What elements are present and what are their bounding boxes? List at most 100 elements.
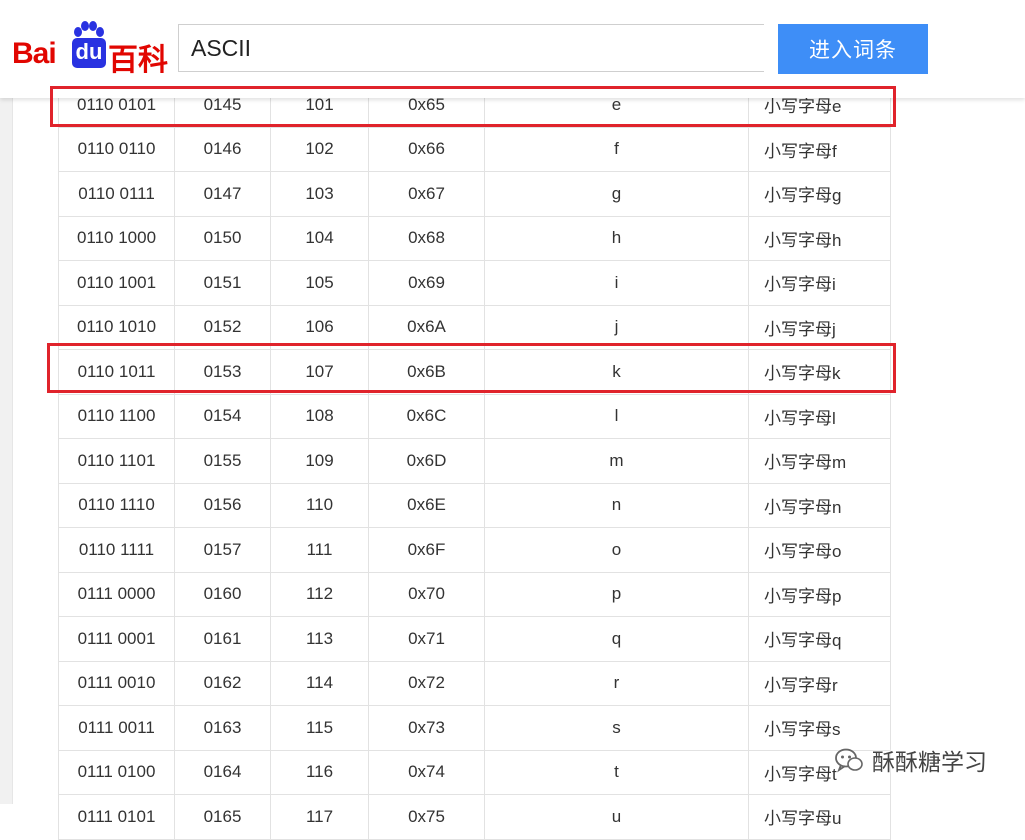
cell-char: h (484, 215, 749, 261)
baidu-baike-logo[interactable]: Bai du 百科 (12, 20, 172, 78)
cell-binary: 0110 0111 (58, 171, 175, 217)
cell-octal: 0162 (174, 660, 271, 706)
cell-octal: 0164 (174, 749, 271, 795)
cell-hex: 0x71 (368, 616, 485, 662)
cell-binary: 0110 1111 (58, 527, 175, 573)
cell-octal: 0163 (174, 705, 271, 751)
cell-octal: 0160 (174, 571, 271, 617)
cell-decimal: 115 (270, 705, 369, 751)
cell-binary: 0111 0011 (58, 705, 175, 751)
cell-octal: 0155 (174, 438, 271, 484)
cell-decimal: 114 (270, 660, 369, 706)
table-row: 0110 1000 0150 104 0x68 h 小写字母h (58, 215, 891, 261)
cell-binary: 0110 1110 (58, 482, 175, 528)
cell-decimal: 117 (270, 794, 369, 840)
cell-binary: 0111 0000 (58, 571, 175, 617)
highlight-box-row-k (47, 343, 896, 393)
table-row: 0110 1110 0156 110 0x6E n 小写字母n (58, 482, 891, 528)
cell-octal: 0154 (174, 393, 271, 439)
cell-hex: 0x75 (368, 794, 485, 840)
table-row: 0111 0001 0161 113 0x71 q 小写字母q (58, 616, 891, 662)
cell-hex: 0x69 (368, 260, 485, 306)
cell-hex: 0x6F (368, 527, 485, 573)
logo-text-baike: 百科 (108, 43, 168, 78)
cell-hex: 0x72 (368, 660, 485, 706)
cell-octal: 0151 (174, 260, 271, 306)
cell-decimal: 116 (270, 749, 369, 795)
table-row: 0110 0111 0147 103 0x67 g 小写字母g (58, 171, 891, 217)
cell-decimal: 104 (270, 215, 369, 261)
cell-char: n (484, 482, 749, 528)
logo-text-du: du (72, 38, 106, 68)
cell-hex: 0x68 (368, 215, 485, 261)
cell-binary: 0110 1000 (58, 215, 175, 261)
cell-decimal: 108 (270, 393, 369, 439)
cell-hex: 0x6E (368, 482, 485, 528)
cell-char: r (484, 660, 749, 706)
table-row: 0111 0011 0163 115 0x73 s 小写字母s (58, 705, 891, 751)
cell-decimal: 102 (270, 126, 369, 172)
cell-binary: 0111 0010 (58, 660, 175, 706)
ascii-table: 0110 0101 0145 101 0x65 e 小写字母e 0110 0110 0146 1… (58, 82, 891, 840)
cell-binary: 0110 1101 (58, 438, 175, 484)
cell-decimal: 113 (270, 616, 369, 662)
cell-desc: 小写字母l (748, 393, 891, 439)
cell-hex: 0x66 (368, 126, 485, 172)
cell-char: o (484, 527, 749, 573)
cell-char: t (484, 749, 749, 795)
cell-char: g (484, 171, 749, 217)
cell-hex: 0x70 (368, 571, 485, 617)
cell-binary: 0110 1100 (58, 393, 175, 439)
cell-octal: 0157 (174, 527, 271, 573)
cell-decimal: 109 (270, 438, 369, 484)
cell-octal: 0146 (174, 126, 271, 172)
cell-octal: 0161 (174, 616, 271, 662)
cell-desc: 小写字母p (748, 571, 891, 617)
cell-hex: 0x74 (368, 749, 485, 795)
cell-desc: 小写字母h (748, 215, 891, 261)
cell-decimal: 110 (270, 482, 369, 528)
cell-hex: 0x6D (368, 438, 485, 484)
cell-binary: 0111 0101 (58, 794, 175, 840)
cell-desc: 小写字母n (748, 482, 891, 528)
cell-decimal: 111 (270, 527, 369, 573)
cell-char: i (484, 260, 749, 306)
watermark-text: 酥酥糖学习 (872, 750, 987, 776)
table-row: 0110 1100 0154 108 0x6C l 小写字母l (58, 393, 891, 439)
cell-hex: 0x73 (368, 705, 485, 751)
table-row: 0111 0000 0160 112 0x70 p 小写字母p (58, 571, 891, 617)
left-margin-strip (0, 0, 13, 804)
search-input[interactable] (178, 24, 764, 72)
cell-char: m (484, 438, 749, 484)
cell-binary: 0111 0001 (58, 616, 175, 662)
cell-desc: 小写字母f (748, 126, 891, 172)
table-row: 0111 0100 0164 116 0x74 t 小写字母t (58, 749, 891, 795)
cell-char: p (484, 571, 749, 617)
cell-octal: 0165 (174, 794, 271, 840)
site-header: Bai du 百科 进入词条 (0, 0, 1025, 98)
highlight-box-row-e (50, 86, 896, 127)
cell-octal: 0147 (174, 171, 271, 217)
cell-decimal: 112 (270, 571, 369, 617)
cell-char: s (484, 705, 749, 751)
cell-desc: 小写字母r (748, 660, 891, 706)
cell-binary: 0111 0100 (58, 749, 175, 795)
enter-entry-button[interactable]: 进入词条 (778, 24, 928, 74)
table-row: 0111 0101 0165 117 0x75 u 小写字母u (58, 794, 891, 840)
cell-decimal: 105 (270, 260, 369, 306)
table-row: 0111 0010 0162 114 0x72 r 小写字母r (58, 660, 891, 706)
cell-binary: 0110 0110 (58, 126, 175, 172)
cell-desc: 小写字母o (748, 527, 891, 573)
cell-desc: 小写字母i (748, 260, 891, 306)
cell-hex: 0x67 (368, 171, 485, 217)
cell-desc: 小写字母g (748, 171, 891, 217)
cell-decimal: 103 (270, 171, 369, 217)
cell-desc: 小写字母q (748, 616, 891, 662)
cell-desc: 小写字母m (748, 438, 891, 484)
table-row: 0110 1111 0157 111 0x6F o 小写字母o (58, 527, 891, 573)
table-row: 0110 0110 0146 102 0x66 f 小写字母f (58, 126, 891, 172)
cell-desc: 小写字母u (748, 794, 891, 840)
cell-octal: 0150 (174, 215, 271, 261)
wechat-watermark: 酥酥糖学习 (834, 740, 987, 780)
cell-char: f (484, 126, 749, 172)
